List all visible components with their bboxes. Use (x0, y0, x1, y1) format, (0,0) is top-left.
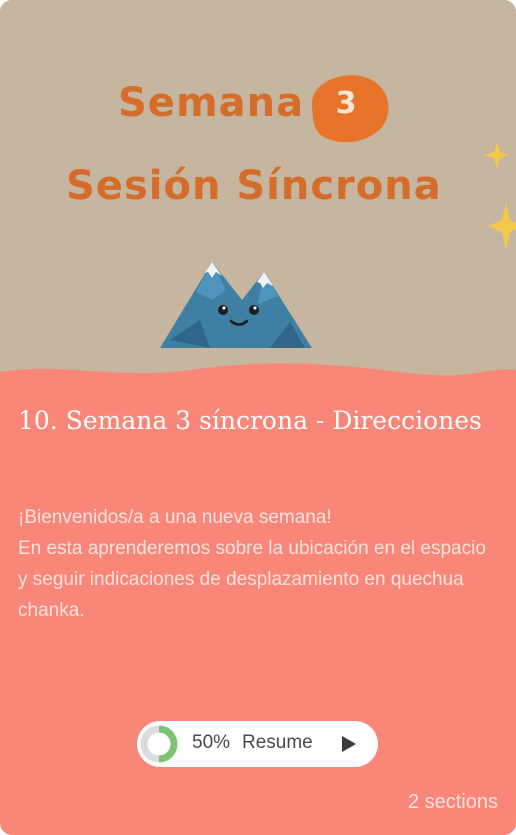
week-number-badge: 3 (302, 70, 390, 146)
week-number: 3 (335, 86, 357, 121)
course-banner: Semana 3 Sesión Síncrona (0, 0, 516, 400)
course-description: ¡Bienvenidos/a a una nueva semana! En es… (18, 502, 498, 626)
progress-percent: 50% (192, 732, 231, 753)
description-line: ¡Bienvenidos/a a una nueva semana! (18, 507, 332, 528)
smiling-mountain-icon (160, 262, 312, 348)
description-line: En esta aprenderemos sobre la ubicación … (18, 538, 486, 621)
resume-label: Resume (242, 732, 313, 753)
sections-count: 2 sections (407, 791, 498, 813)
progress-ring-icon (140, 725, 178, 763)
course-card[interactable]: Semana 3 Sesión Síncrona 10. Semana 3 sí… (0, 0, 516, 835)
banner-week-word: Semana (118, 80, 305, 126)
star-icon (488, 202, 516, 250)
course-title[interactable]: 10. Semana 3 síncrona - Direcciones (18, 402, 488, 440)
star-icon (484, 142, 510, 168)
banner-session-word: Sesión Síncrona (66, 163, 442, 209)
play-icon (342, 736, 356, 752)
resume-button[interactable]: 50% Resume (137, 721, 378, 767)
